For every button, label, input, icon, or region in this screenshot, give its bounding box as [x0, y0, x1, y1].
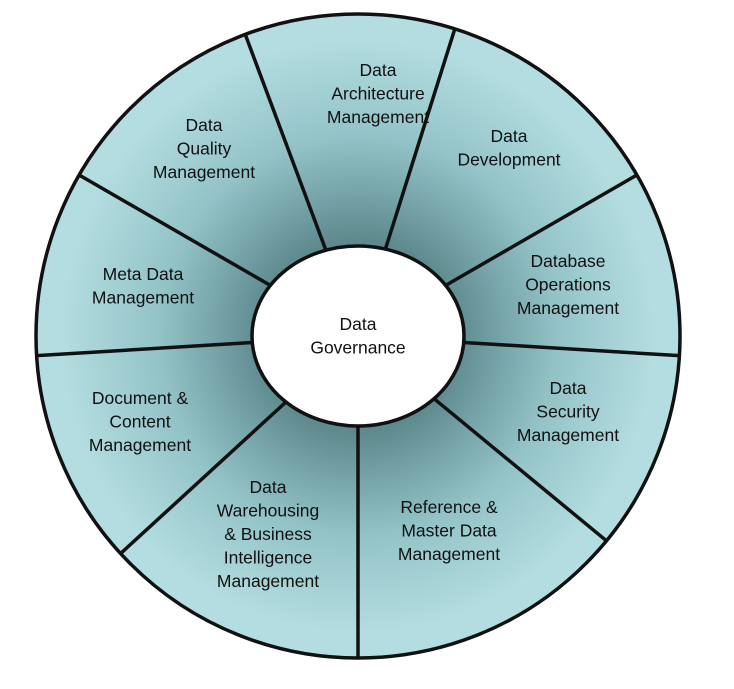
label-line: Data: [186, 115, 223, 135]
label-reference-master-data-management: Reference & Master Data Management: [398, 497, 500, 564]
label-line: Data: [250, 477, 287, 497]
label-database-operations-management: Database Operations Management: [517, 251, 619, 318]
label-line: Management: [217, 571, 319, 591]
center-label-line: Governance: [310, 338, 405, 358]
label-line: Data: [550, 378, 587, 398]
label-line: Document &: [92, 388, 189, 408]
label-line: Reference &: [400, 497, 498, 517]
label-line: Intelligence: [224, 548, 313, 568]
label-line: Management: [153, 162, 255, 182]
label-line: Management: [92, 288, 194, 308]
label-line: Operations: [525, 275, 611, 295]
label-line: Management: [517, 298, 619, 318]
center-label-line: Data: [340, 314, 377, 334]
label-line: Development: [457, 150, 560, 170]
label-line: Data: [360, 60, 397, 80]
label-line: & Business: [224, 524, 312, 544]
label-line: Warehousing: [217, 501, 319, 521]
label-line: Architecture: [331, 84, 424, 104]
label-line: Content: [109, 412, 170, 432]
label-line: Master Data: [401, 521, 497, 541]
label-line: Database: [531, 251, 606, 271]
label-line: Management: [398, 544, 500, 564]
data-management-wheel: Data Governance Data Architecture Managemen…: [34, 12, 682, 660]
label-line: Management: [327, 107, 429, 127]
label-line: Data: [491, 126, 528, 146]
label-line: Security: [536, 402, 599, 422]
center-hub-data-governance[interactable]: [250, 244, 466, 428]
label-line: Meta Data: [103, 264, 184, 284]
label-line: Quality: [177, 139, 232, 159]
label-line: Management: [89, 435, 191, 455]
label-line: Management: [517, 425, 619, 445]
